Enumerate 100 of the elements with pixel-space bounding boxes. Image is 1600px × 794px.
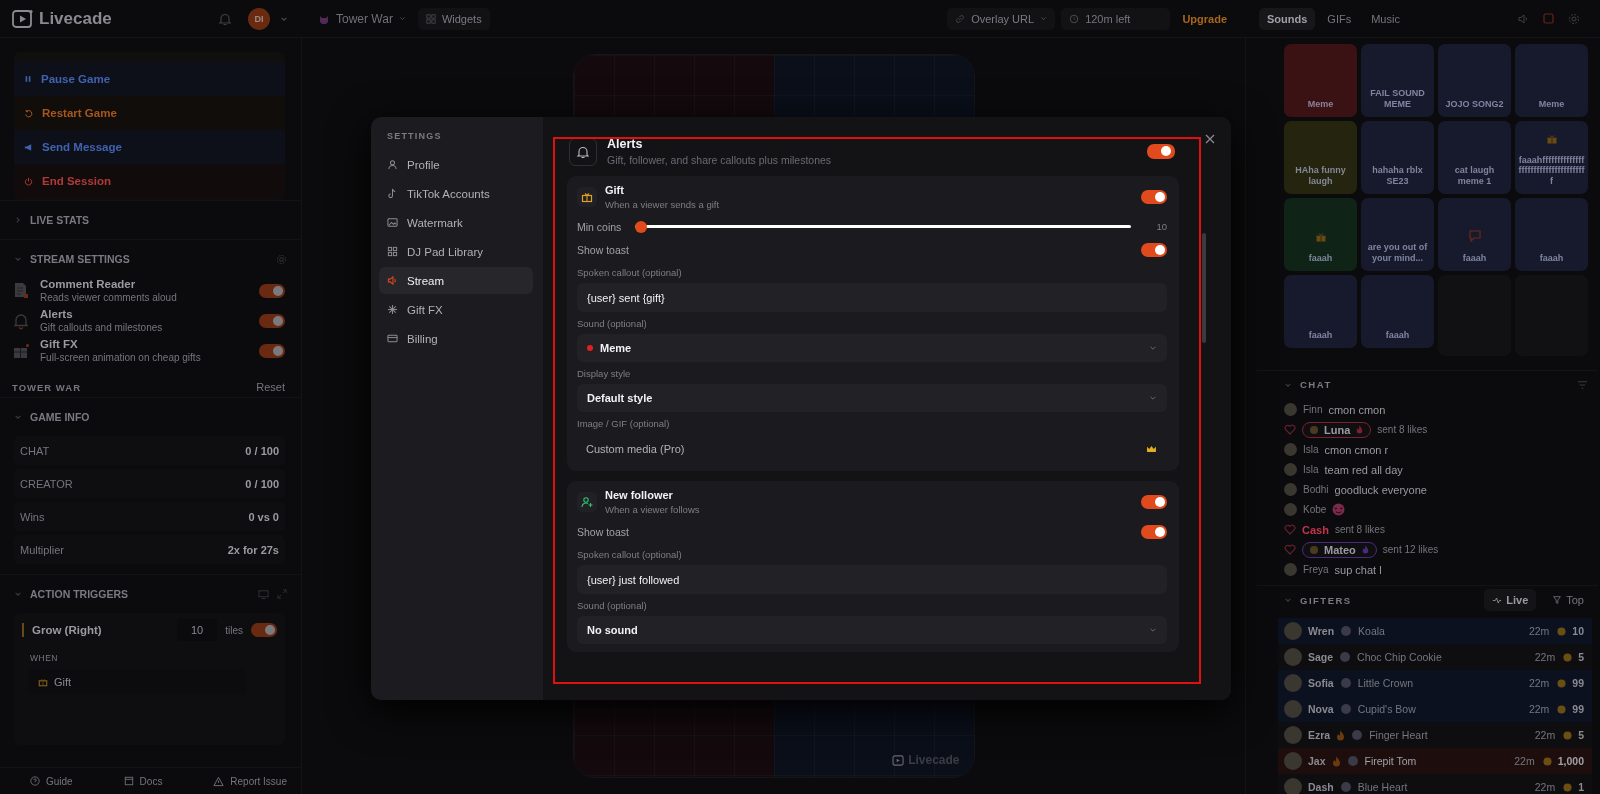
gifters-tab[interactable]: Top bbox=[1544, 589, 1592, 611]
chevron-down-icon bbox=[1149, 394, 1157, 402]
sound-pad[interactable]: faaah bbox=[1284, 198, 1357, 271]
sound-pad[interactable]: JOJO SONG2 bbox=[1438, 44, 1511, 117]
footer-link[interactable]: Docs bbox=[123, 775, 163, 787]
toggle-switch[interactable] bbox=[1141, 190, 1167, 204]
toggle-switch[interactable] bbox=[259, 283, 285, 298]
sound-pad[interactable]: HAha funny laugh bbox=[1284, 121, 1357, 194]
user-avatar bbox=[1284, 700, 1302, 718]
speaker-icon[interactable] bbox=[1517, 12, 1529, 25]
filter-icon[interactable] bbox=[1577, 379, 1588, 390]
field-label: Spoken callout (optional) bbox=[577, 549, 683, 560]
sound-pad[interactable]: faaah bbox=[1515, 198, 1588, 271]
dropdown-select[interactable]: Meme bbox=[577, 334, 1167, 362]
settings-nav-item[interactable]: TikTok Accounts bbox=[379, 180, 533, 207]
footer-link[interactable]: Report Issue bbox=[213, 775, 287, 787]
upgrade-link[interactable]: Upgrade bbox=[1182, 12, 1227, 25]
watermark-icon bbox=[387, 217, 398, 228]
toggle-switch[interactable] bbox=[1147, 144, 1175, 159]
settings-nav-item[interactable]: Watermark bbox=[379, 209, 533, 236]
stop-square-icon[interactable] bbox=[1543, 13, 1554, 24]
gift-box-icon bbox=[1314, 230, 1327, 243]
callout-input-field[interactable]: {user} sent {gift} bbox=[577, 283, 1167, 312]
scrollbar-thumb[interactable] bbox=[1202, 233, 1206, 343]
overlay-url-button[interactable]: Overlay URL bbox=[947, 7, 1056, 30]
monitor-icon[interactable] bbox=[258, 588, 269, 600]
chat-message: cmon cmon bbox=[1328, 403, 1386, 416]
chevron-down-icon[interactable] bbox=[14, 413, 22, 421]
chevron-down-icon bbox=[398, 15, 406, 22]
chevron-down-icon[interactable] bbox=[14, 590, 22, 598]
game-selector[interactable]: Tower War bbox=[318, 11, 406, 26]
coin-icon bbox=[1557, 704, 1567, 714]
alerts-title: Alerts bbox=[607, 137, 644, 151]
trigger-name: Grow (Right) bbox=[32, 624, 103, 636]
game-title: TOWER WAR bbox=[12, 381, 81, 393]
amount-field[interactable]: 10 bbox=[176, 619, 218, 641]
chevron-down-icon[interactable] bbox=[1284, 596, 1292, 604]
sound-pad[interactable]: are you out of your mind... bbox=[1361, 198, 1434, 271]
sound-pad[interactable]: Meme bbox=[1284, 44, 1357, 117]
soundboard-tab[interactable]: Sounds bbox=[1259, 7, 1316, 30]
toggle-switch[interactable] bbox=[259, 343, 285, 358]
stat-label: CREATOR bbox=[20, 477, 73, 490]
footer-link[interactable]: Guide bbox=[30, 775, 73, 787]
reset-button[interactable]: Reset bbox=[256, 381, 285, 393]
settings-icon[interactable] bbox=[1568, 12, 1580, 25]
gifter-name: Sage bbox=[1308, 651, 1334, 663]
min-coins-slider[interactable] bbox=[635, 220, 1131, 233]
dropdown-select[interactable]: Default style bbox=[577, 384, 1167, 412]
settings-icon[interactable] bbox=[276, 253, 287, 265]
sound-pad[interactable]: cat laugh meme 1 bbox=[1438, 121, 1511, 194]
callout-input-field[interactable]: {user} just followed bbox=[577, 565, 1167, 594]
expand-icon[interactable] bbox=[277, 589, 287, 599]
section-header[interactable]: LIVE STATS bbox=[0, 200, 301, 239]
toggle-switch[interactable] bbox=[1141, 495, 1167, 509]
activity-icon bbox=[1492, 595, 1503, 605]
chat-bubble-icon bbox=[1467, 228, 1482, 243]
toggle-switch[interactable] bbox=[259, 313, 285, 328]
chat-message: goodluck everyone bbox=[1334, 483, 1427, 496]
user-avatar bbox=[1284, 503, 1297, 516]
sound-pad[interactable]: faaah bbox=[1361, 275, 1434, 348]
chevron-down-icon bbox=[1149, 626, 1157, 634]
sound-pad[interactable]: FAIL SOUND MEME bbox=[1361, 44, 1434, 117]
settings-nav-item[interactable]: Gift FX bbox=[379, 296, 533, 323]
widgets-button[interactable]: Widgets bbox=[417, 7, 490, 30]
flame-icon bbox=[1356, 425, 1364, 434]
chevron-down-icon[interactable] bbox=[14, 255, 22, 263]
user-name: Bodhi bbox=[1303, 484, 1329, 495]
close-icon bbox=[1204, 133, 1216, 145]
section-header[interactable]: STREAM SETTINGS bbox=[0, 239, 301, 278]
soundboard-tab[interactable]: Music bbox=[1363, 7, 1408, 30]
document-icon bbox=[123, 776, 134, 786]
dropdown-select[interactable]: No sound bbox=[577, 616, 1167, 644]
sound-pad[interactable]: Meme bbox=[1515, 44, 1588, 117]
chat-message: sup chat l bbox=[1334, 563, 1382, 576]
custom-media-picker[interactable]: Custom media (Pro) bbox=[577, 434, 1167, 463]
section-title: ACTION TRIGGERS bbox=[30, 588, 128, 600]
coin-icon bbox=[1563, 782, 1573, 792]
chevron-right-icon[interactable] bbox=[14, 216, 22, 224]
toggle-switch[interactable] bbox=[251, 623, 277, 637]
coin-count: 5 bbox=[1578, 729, 1584, 741]
settings-nav-item[interactable]: Stream bbox=[379, 267, 533, 294]
action-button[interactable]: Restart Game bbox=[14, 96, 285, 130]
user-avatar[interactable]: DI bbox=[248, 7, 270, 30]
close-button[interactable] bbox=[1203, 132, 1217, 146]
sound-pad[interactable]: hahaha rblx SE23 bbox=[1361, 121, 1434, 194]
bell-icon[interactable] bbox=[218, 11, 232, 26]
action-button[interactable]: Send Message bbox=[14, 130, 285, 164]
toggle-switch[interactable] bbox=[1141, 242, 1167, 257]
gift-name: Cupid's Bow bbox=[1357, 703, 1416, 715]
settings-nav-item[interactable]: Billing bbox=[379, 325, 533, 352]
sound-pad[interactable]: faaah bbox=[1438, 198, 1511, 271]
soundboard-tab[interactable]: GIFs bbox=[1319, 7, 1360, 30]
action-button[interactable]: Pause Game bbox=[14, 62, 285, 96]
settings-nav-item[interactable]: DJ Pad Library bbox=[379, 238, 533, 265]
sound-pad[interactable]: faaah bbox=[1284, 275, 1357, 348]
settings-nav-item[interactable]: Profile bbox=[379, 151, 533, 178]
toggle-switch[interactable] bbox=[1141, 524, 1167, 539]
gifters-tab[interactable]: Live bbox=[1484, 589, 1537, 611]
sound-pad[interactable]: faaahfffffffffffffffffffffffffffffffffffff bbox=[1515, 121, 1588, 194]
action-button[interactable]: End Session bbox=[14, 164, 285, 198]
